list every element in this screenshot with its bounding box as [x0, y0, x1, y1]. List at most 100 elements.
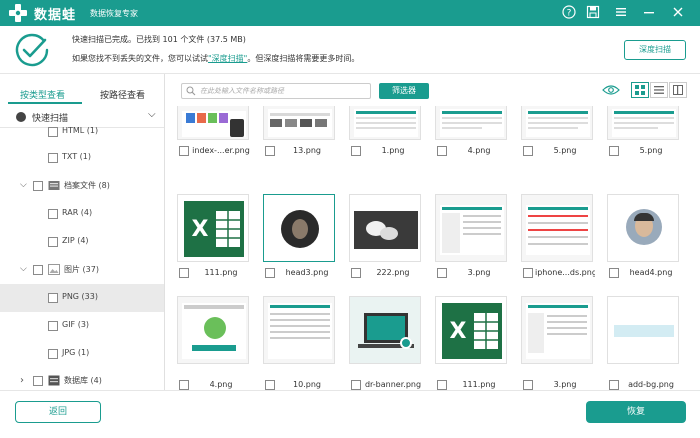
file-thumbnail[interactable] [349, 106, 421, 140]
menu-icon[interactable] [613, 5, 629, 21]
checkbox[interactable] [437, 268, 447, 278]
help-icon[interactable]: ? [561, 5, 577, 21]
checkbox[interactable] [351, 268, 361, 278]
checkbox[interactable] [523, 146, 533, 156]
minimize-icon[interactable] [641, 5, 657, 21]
tree-item-zip[interactable]: ZIP (4) [0, 228, 164, 256]
checkbox[interactable] [351, 146, 361, 156]
checkbox[interactable] [523, 380, 533, 390]
file-thumbnail[interactable] [435, 194, 507, 262]
file-thumbnail[interactable] [521, 106, 593, 140]
detail-view-icon[interactable] [669, 82, 687, 98]
checkbox[interactable] [48, 209, 58, 219]
file-thumbnail[interactable] [349, 194, 421, 262]
tab-by-type[interactable]: 按类型查看 [20, 88, 65, 101]
file-thumbnail[interactable]: X [177, 194, 249, 262]
tree-item-gif[interactable]: GIF (3) [0, 312, 164, 340]
chevron-down-icon[interactable]: ⌵ [20, 264, 27, 274]
checkbox[interactable] [179, 268, 189, 278]
tree-item-label: RAR (4) [62, 208, 93, 217]
file-thumbnail[interactable] [435, 106, 507, 140]
search-input[interactable]: 在此处输入文件名称或路径 [181, 83, 371, 99]
checkbox[interactable] [179, 380, 189, 390]
file-thumbnail[interactable] [607, 106, 679, 140]
archive-icon [48, 181, 60, 190]
checkbox[interactable] [33, 181, 43, 191]
file-thumbnail[interactable] [521, 296, 593, 364]
recover-button[interactable]: 恢复 [586, 401, 686, 423]
checkbox[interactable] [609, 146, 619, 156]
tree-item-archives[interactable]: ⌵ 档案文件 (8) [0, 172, 164, 200]
checkbox[interactable] [48, 293, 58, 303]
file-thumbnail[interactable] [177, 106, 249, 140]
back-button[interactable]: 返回 [15, 401, 101, 423]
checkbox[interactable] [48, 127, 58, 137]
excel-icon: X [184, 201, 244, 257]
search-placeholder: 在此处输入文件名称或路径 [200, 87, 284, 95]
checkbox[interactable] [265, 268, 275, 278]
tree-item-txt[interactable]: TXT (1) [0, 144, 164, 172]
checkbox[interactable] [33, 376, 43, 386]
checkbox[interactable] [265, 380, 275, 390]
eye-icon[interactable] [602, 84, 620, 96]
deep-scan-link[interactable]: "深度扫描" [208, 54, 247, 63]
checkbox[interactable] [265, 146, 275, 156]
file-thumbnail[interactable] [177, 296, 249, 364]
file-thumbnail[interactable] [263, 106, 335, 140]
file-thumbnail[interactable] [607, 296, 679, 364]
file-thumbnail[interactable] [607, 194, 679, 262]
tree-item-jpg[interactable]: JPG (1) [0, 340, 164, 368]
checkbox[interactable] [437, 380, 447, 390]
app-title: 数据蛙 [34, 8, 77, 23]
filter-button[interactable]: 筛选器 [379, 83, 429, 99]
tree-item-rar[interactable]: RAR (4) [0, 200, 164, 228]
checkbox[interactable] [609, 380, 619, 390]
view-tabs: 按类型查看 按路径查看 [0, 74, 164, 104]
checkbox[interactable] [48, 153, 58, 163]
file-thumbnail[interactable] [263, 296, 335, 364]
file-thumbnail[interactable]: X [435, 296, 507, 364]
file-thumbnail[interactable] [263, 194, 335, 262]
logo-icon [9, 4, 27, 22]
checkbox[interactable] [48, 321, 58, 331]
tree-item-images[interactable]: ⌵ 图片 (37) [0, 256, 164, 284]
tree-item-label: GIF (3) [62, 320, 90, 329]
close-icon[interactable] [670, 5, 686, 21]
tab-by-path[interactable]: 按路径查看 [100, 88, 145, 101]
file-name: 3.png [467, 268, 491, 277]
checkbox[interactable] [179, 146, 189, 156]
sidebar: 按类型查看 按路径查看 快速扫描 ⌵ HTML (1) TXT (1) ⌵ 档案… [0, 74, 165, 390]
checkbox[interactable] [33, 265, 43, 275]
tree-item-html[interactable]: HTML (1) [0, 118, 164, 146]
file-name: 5.png [639, 146, 663, 155]
chevron-right-icon[interactable]: › [20, 375, 24, 386]
tree-item-database[interactable]: › 数据库 (4) [0, 367, 164, 390]
grid-view-icon[interactable] [631, 82, 649, 98]
file-name: 4.png [209, 380, 233, 389]
file-name: iphone...ds.png [535, 268, 595, 277]
checkbox[interactable] [48, 349, 58, 359]
checkbox[interactable] [523, 268, 533, 278]
tree-item-label: ZIP (4) [62, 236, 89, 245]
file-thumbnail[interactable] [521, 194, 593, 262]
footer: 返回 恢复 [0, 390, 700, 438]
deep-scan-button[interactable]: 深度扫描 [624, 40, 686, 60]
scan-hint-text: 如果您找不到丢失的文件，您可以试试"深度扫描"。但深度扫描将需要更多时间。 [72, 53, 359, 64]
save-icon[interactable] [585, 5, 601, 21]
scan-hint-prefix: 如果您找不到丢失的文件，您可以试试 [72, 54, 208, 63]
tree-item-label: 图片 (37) [64, 265, 99, 274]
chevron-down-icon[interactable]: ⌵ [20, 180, 27, 190]
checkbox[interactable] [48, 237, 58, 247]
list-view-icon[interactable] [650, 82, 668, 98]
svg-text:?: ? [567, 9, 572, 19]
tree-item-label: JPG (1) [62, 348, 90, 357]
file-name: dr-banner.png [364, 380, 422, 389]
check-circle-icon [15, 33, 49, 67]
checkbox[interactable] [609, 268, 619, 278]
scan-result-text: 快速扫描已完成。已找到 101 个文件 (37.5 MB) [72, 35, 246, 44]
checkbox[interactable] [437, 146, 447, 156]
checkbox[interactable] [351, 380, 361, 390]
tree-item-png[interactable]: PNG (33) [0, 284, 164, 312]
file-thumbnail[interactable] [349, 296, 421, 364]
scan-status-panel: 快速扫描已完成。已找到 101 个文件 (37.5 MB) 如果您找不到丢失的文… [0, 26, 700, 74]
